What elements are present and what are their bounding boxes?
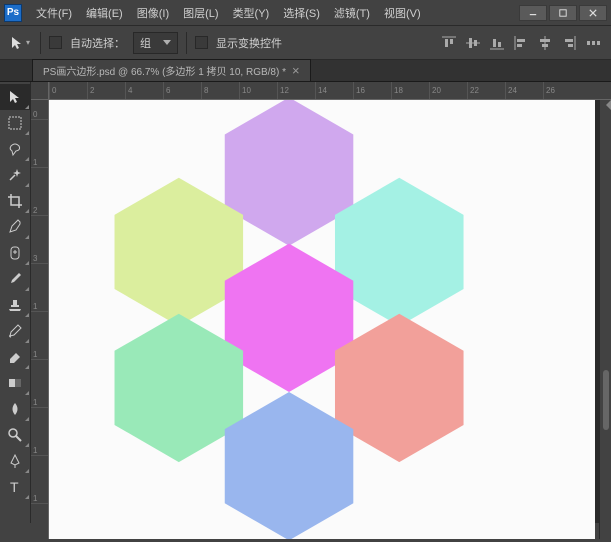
ruler-tick: 2 <box>31 206 48 216</box>
app-logo: Ps <box>4 4 22 22</box>
expand-panel-icon[interactable] <box>601 100 611 110</box>
right-panel-collapsed[interactable] <box>599 100 611 539</box>
menu-select[interactable]: 选择(S) <box>277 2 326 24</box>
close-button[interactable] <box>579 5 607 21</box>
dropdown-arrow-icon <box>163 40 171 45</box>
menu-image[interactable]: 图像(I) <box>131 2 175 24</box>
hex-tl[interactable] <box>115 178 244 326</box>
ruler-origin[interactable] <box>31 82 49 100</box>
ruler-tick: 14 <box>315 82 327 99</box>
ruler-tick: 1 <box>31 302 48 312</box>
ruler-tick: 1 <box>31 494 48 504</box>
crop-tool[interactable] <box>0 188 30 214</box>
maximize-button[interactable] <box>549 5 577 21</box>
ruler-tick: 26 <box>543 82 555 99</box>
hex-tr[interactable] <box>335 178 464 326</box>
hex-br[interactable] <box>335 314 464 462</box>
hex-bottom[interactable] <box>225 392 354 539</box>
ruler-tick: 16 <box>353 82 365 99</box>
dropdown-value: 组 <box>140 35 151 51</box>
move-tool[interactable] <box>0 84 30 110</box>
menu-layer[interactable]: 图层(L) <box>177 2 224 24</box>
toolbox: T <box>0 82 31 523</box>
ruler-tick: 1 <box>31 350 48 360</box>
ruler-tick: 20 <box>429 82 441 99</box>
tab-title: PS画六边形.psd @ 66.7% (多边形 1 拷贝 10, RGB/8) … <box>43 63 286 78</box>
ruler-tick: 1 <box>31 446 48 456</box>
document-tab[interactable]: PS画六边形.psd @ 66.7% (多边形 1 拷贝 10, RGB/8) … <box>32 59 311 81</box>
workspace: T 02468101214161820222426 012311111 <box>0 82 611 523</box>
minimize-button[interactable] <box>519 5 547 21</box>
eraser-tool[interactable] <box>0 344 30 370</box>
tab-close-button[interactable]: × <box>292 63 300 78</box>
main-menu: 文件(F) 编辑(E) 图像(I) 图层(L) 类型(Y) 选择(S) 滤镜(T… <box>30 2 519 24</box>
hex-bl[interactable] <box>115 314 244 462</box>
ruler-tick: 0 <box>31 110 48 120</box>
align-buttons <box>439 33 603 53</box>
hexagon-artwork <box>49 100 595 539</box>
menu-view[interactable]: 视图(V) <box>378 2 427 24</box>
scrollbar-thumb[interactable] <box>603 370 609 430</box>
brush-tool[interactable] <box>0 266 30 292</box>
ruler-tick: 1 <box>31 158 48 168</box>
separator <box>186 32 187 54</box>
menu-edit[interactable]: 编辑(E) <box>80 2 129 24</box>
blur-tool[interactable] <box>0 396 30 422</box>
document-tab-bar: PS画六边形.psd @ 66.7% (多边形 1 拷贝 10, RGB/8) … <box>0 60 611 82</box>
canvas[interactable] <box>49 100 595 539</box>
menu-filter[interactable]: 滤镜(T) <box>328 2 376 24</box>
hex-center[interactable] <box>225 244 354 392</box>
magic-wand-tool[interactable] <box>0 162 30 188</box>
move-tool-indicator[interactable]: ▾ <box>8 33 32 53</box>
show-transform-label: 显示变换控件 <box>216 35 282 51</box>
options-bar: ▾ 自动选择： 组 显示变换控件 <box>0 26 611 60</box>
ruler-tick: 1 <box>31 398 48 408</box>
ruler-tick: 3 <box>31 254 48 264</box>
ruler-tick: 8 <box>201 82 208 99</box>
dodge-tool[interactable] <box>0 422 30 448</box>
svg-text:T: T <box>10 479 19 495</box>
ruler-tick: 12 <box>277 82 289 99</box>
marquee-tool[interactable] <box>0 110 30 136</box>
distribute-icon[interactable] <box>583 33 603 53</box>
canvas-area: 02468101214161820222426 012311111 <box>31 82 611 523</box>
gradient-tool[interactable] <box>0 370 30 396</box>
show-transform-checkbox[interactable] <box>195 36 208 49</box>
horizontal-ruler[interactable]: 02468101214161820222426 <box>49 82 611 100</box>
healing-brush-tool[interactable] <box>0 240 30 266</box>
ruler-tick: 24 <box>505 82 517 99</box>
ruler-tick: 4 <box>125 82 132 99</box>
auto-select-label: 自动选择： <box>70 35 125 51</box>
align-bottom-icon[interactable] <box>487 33 507 53</box>
ruler-tick: 2 <box>87 82 94 99</box>
clone-stamp-tool[interactable] <box>0 292 30 318</box>
history-brush-tool[interactable] <box>0 318 30 344</box>
auto-select-checkbox[interactable] <box>49 36 62 49</box>
pen-tool[interactable] <box>0 448 30 474</box>
vertical-ruler[interactable]: 0 1 2 3 1 1 1 1 1 <box>31 100 49 539</box>
ruler-tick: 18 <box>391 82 403 99</box>
ruler-tick: 0 <box>49 82 56 99</box>
auto-select-dropdown[interactable]: 组 <box>133 32 178 54</box>
ruler-tick: 10 <box>239 82 251 99</box>
align-top-icon[interactable] <box>439 33 459 53</box>
hex-top[interactable] <box>225 100 354 246</box>
title-bar: Ps 文件(F) 编辑(E) 图像(I) 图层(L) 类型(Y) 选择(S) 滤… <box>0 0 611 26</box>
align-left-icon[interactable] <box>511 33 531 53</box>
ruler-tick: 6 <box>163 82 170 99</box>
window-controls <box>519 5 607 21</box>
align-hcenter-icon[interactable] <box>535 33 555 53</box>
align-vcenter-icon[interactable] <box>463 33 483 53</box>
ruler-tick: 22 <box>467 82 479 99</box>
separator <box>40 32 41 54</box>
lasso-tool[interactable] <box>0 136 30 162</box>
menu-file[interactable]: 文件(F) <box>30 2 78 24</box>
type-tool[interactable]: T <box>0 474 30 500</box>
align-right-icon[interactable] <box>559 33 579 53</box>
menu-type[interactable]: 类型(Y) <box>227 2 276 24</box>
eyedropper-tool[interactable] <box>0 214 30 240</box>
